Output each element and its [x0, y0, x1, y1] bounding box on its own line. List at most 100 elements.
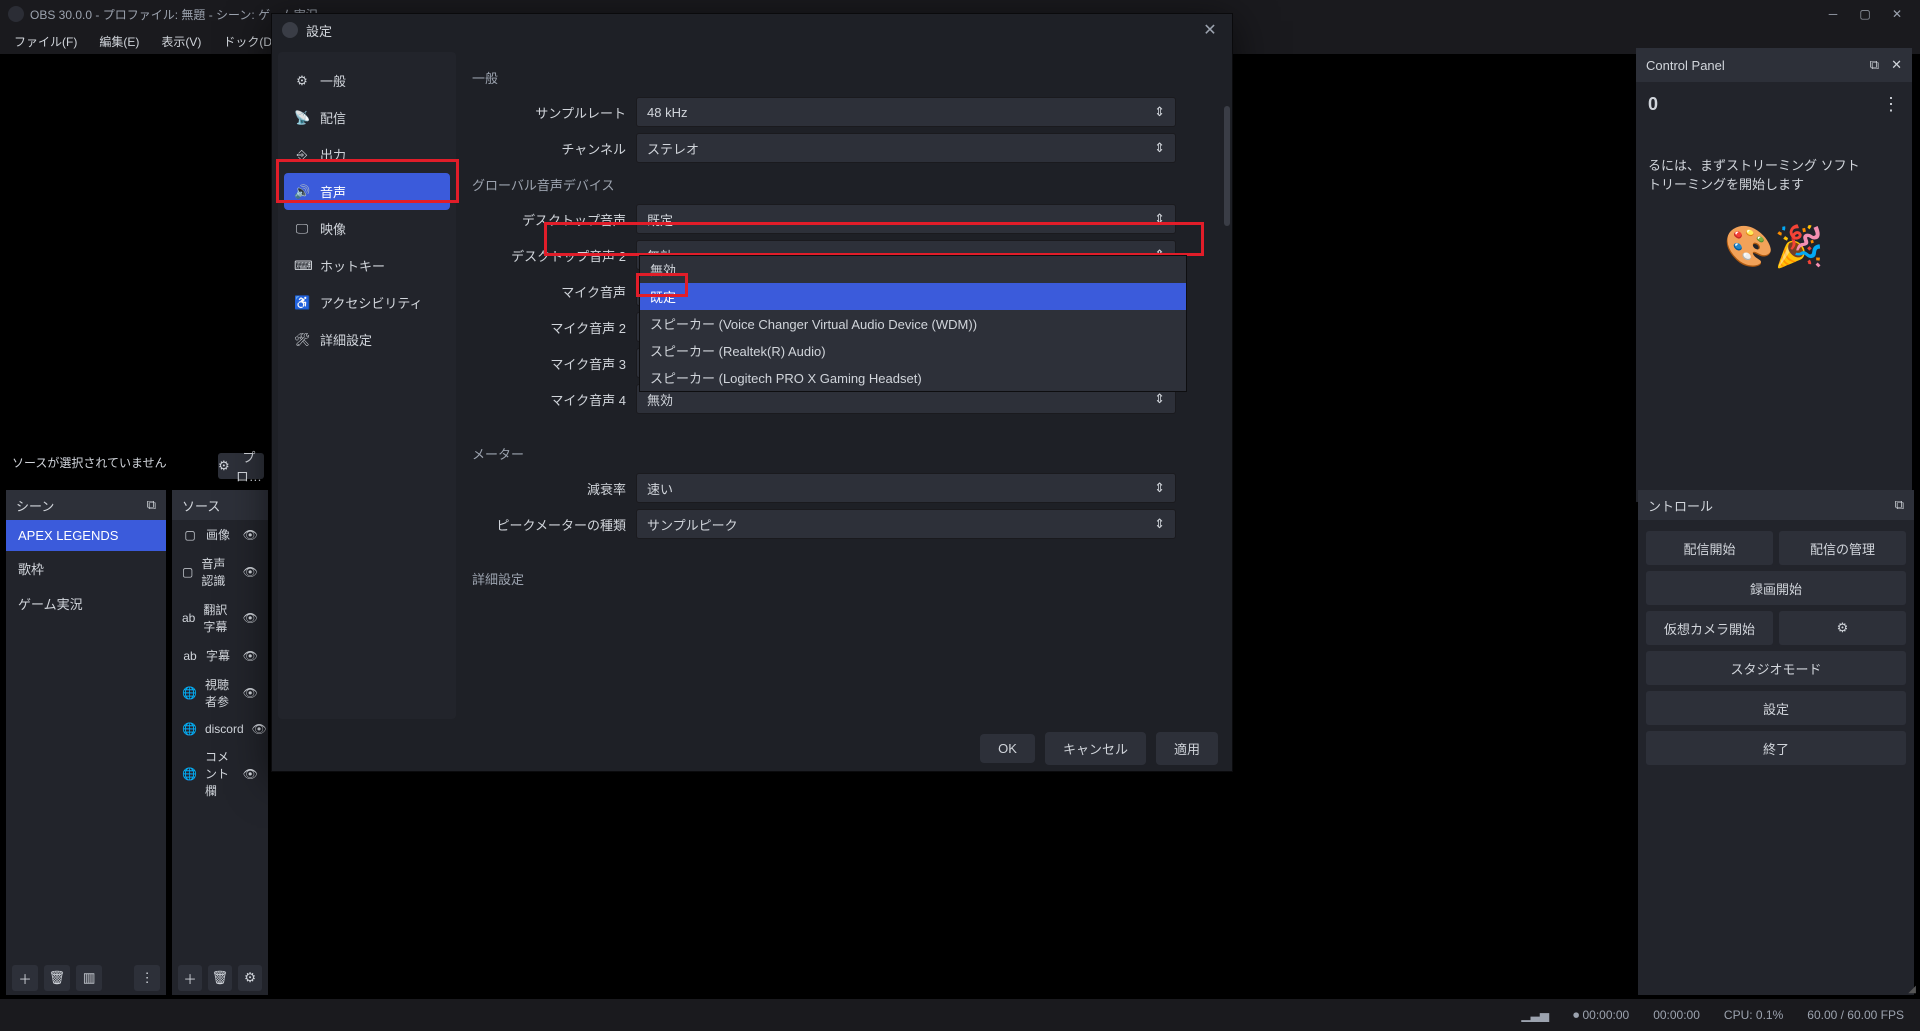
minimize-button[interactable]: ─	[1826, 7, 1840, 21]
resize-grip-icon[interactable]: ◢	[1908, 984, 1916, 995]
close-button[interactable]: ✕	[1890, 7, 1904, 21]
signal-icon: ▁▃▅	[1521, 1008, 1549, 1022]
virtual-camera-settings-button[interactable]: ⚙	[1779, 611, 1906, 645]
studio-mode-button[interactable]: スタジオモード	[1646, 651, 1906, 685]
close-panel-icon[interactable]: ✕	[1891, 57, 1902, 73]
scene-item[interactable]: APEX LEGENDS	[6, 520, 166, 551]
visibility-icon[interactable]: 👁	[252, 722, 267, 736]
dropdown-option[interactable]: スピーカー (Voice Changer Virtual Audio Devic…	[640, 310, 1186, 337]
cpu-usage: CPU: 0.1%	[1724, 1008, 1783, 1022]
menu-edit[interactable]: 編集(E)	[89, 30, 149, 53]
section-general-title: 一般	[472, 68, 1214, 87]
apply-button[interactable]: 適用	[1156, 732, 1218, 765]
ok-button[interactable]: OK	[980, 734, 1035, 763]
chevron-updown-icon: ⇕	[1154, 104, 1165, 120]
globe-icon: 🌐	[182, 686, 197, 700]
sidebar-item-a11y[interactable]: ♿アクセシビリティ	[284, 284, 450, 321]
visibility-icon[interactable]: 👁	[243, 767, 258, 781]
scenes-list: APEX LEGENDS 歌枠 ゲーム実況	[6, 520, 166, 961]
channels-label: チャンネル	[468, 139, 636, 158]
visibility-icon[interactable]: 👁	[243, 611, 258, 625]
settings-sidebar: ⚙一般 📡配信 ⎆出力 🔊音声 🖵映像 ⌨ホットキー ♿アクセシビリティ 🛠詳細…	[278, 52, 456, 719]
sidebar-item-general[interactable]: ⚙一般	[284, 62, 450, 99]
mic-audio-3-label: マイク音声 3	[468, 354, 636, 373]
sidebar-item-hotkeys[interactable]: ⌨ホットキー	[284, 247, 450, 284]
cancel-button[interactable]: キャンセル	[1045, 732, 1146, 765]
source-settings-button[interactable]: ⚙	[238, 965, 262, 991]
dropdown-option[interactable]: 既定	[640, 283, 1186, 310]
sample-rate-select[interactable]: 48 kHz⇕	[636, 97, 1176, 127]
obs-logo-icon	[8, 6, 24, 22]
chevron-updown-icon: ⇕	[1154, 391, 1165, 407]
cp-text-1: るには、まずストリーミング ソフト	[1648, 155, 1900, 174]
dropdown-option[interactable]: スピーカー (Realtek(R) Audio)	[640, 337, 1186, 364]
gear-icon: ⚙	[218, 458, 230, 474]
delete-scene-button[interactable]: 🗑	[44, 965, 70, 991]
add-scene-button[interactable]: ＋	[12, 965, 38, 991]
sidebar-item-stream[interactable]: 📡配信	[284, 99, 450, 136]
accessibility-icon: ♿	[294, 295, 310, 311]
control-panel-title: Control Panel	[1646, 58, 1725, 73]
dropdown-option[interactable]: 無効	[640, 256, 1186, 283]
source-item[interactable]: ab翻訳字幕👁	[172, 595, 268, 641]
scene-more-button[interactable]: ⋮	[134, 965, 160, 991]
channels-select[interactable]: ステレオ⇕	[636, 133, 1176, 163]
source-item[interactable]: ▢音声認識👁	[172, 549, 268, 595]
viewer-count: 0	[1648, 94, 1658, 115]
add-source-button[interactable]: ＋	[178, 965, 202, 991]
source-item[interactable]: ab字幕👁	[172, 641, 268, 670]
more-icon[interactable]: ⋮	[1882, 94, 1900, 115]
sidebar-item-advanced[interactable]: 🛠詳細設定	[284, 321, 450, 358]
start-stream-button[interactable]: 配信開始	[1646, 531, 1773, 565]
peak-meter-select[interactable]: サンプルピーク⇕	[636, 509, 1176, 539]
scrollbar-thumb[interactable]	[1224, 106, 1230, 226]
delete-source-button[interactable]: 🗑	[208, 965, 232, 991]
settings-button[interactable]: 設定	[1646, 691, 1906, 725]
scene-item[interactable]: ゲーム実況	[6, 586, 166, 621]
record-time: 00:00:00	[1582, 1008, 1629, 1022]
popout-icon[interactable]: ⧉	[1895, 497, 1904, 513]
globe-icon: 🌐	[182, 722, 197, 736]
exit-button[interactable]: 終了	[1646, 731, 1906, 765]
maximize-button[interactable]: ▢	[1858, 7, 1872, 21]
dropdown-option[interactable]: スピーカー (Logitech PRO X Gaming Headset)	[640, 364, 1186, 391]
scene-filter-button[interactable]: ▥	[76, 965, 102, 991]
source-item[interactable]: 🌐コメント欄👁	[172, 742, 268, 805]
source-item[interactable]: 🌐視聴者参👁	[172, 670, 268, 716]
popout-icon[interactable]: ⧉	[147, 497, 156, 513]
obs-logo-icon	[282, 22, 298, 38]
manage-stream-button[interactable]: 配信の管理	[1779, 531, 1906, 565]
mic-audio-4-label: マイク音声 4	[468, 390, 636, 409]
virtual-camera-button[interactable]: 仮想カメラ開始	[1646, 611, 1773, 645]
dialog-close-button[interactable]: ✕	[1198, 18, 1222, 42]
menu-view[interactable]: 表示(V)	[151, 30, 211, 53]
preview-canvas[interactable]	[8, 54, 258, 442]
sidebar-item-audio[interactable]: 🔊音声	[284, 173, 450, 210]
desktop-audio-select[interactable]: 既定⇕	[636, 204, 1176, 234]
antenna-icon: 📡	[294, 110, 310, 126]
visibility-icon[interactable]: 👁	[243, 528, 258, 542]
source-item[interactable]: ▢画像👁	[172, 520, 268, 549]
mic-audio-label: マイク音声	[468, 282, 636, 301]
start-record-button[interactable]: 録画開始	[1646, 571, 1906, 605]
audio-icon: ▢	[182, 565, 193, 579]
visibility-icon[interactable]: 👁	[243, 565, 258, 579]
visibility-icon[interactable]: 👁	[243, 649, 258, 663]
sidebar-item-output[interactable]: ⎆出力	[284, 136, 450, 173]
scene-item[interactable]: 歌枠	[6, 551, 166, 586]
chevron-updown-icon: ⇕	[1154, 480, 1165, 496]
visibility-icon[interactable]: 👁	[243, 686, 258, 700]
decay-rate-label: 減衰率	[468, 479, 636, 498]
decay-rate-select[interactable]: 速い⇕	[636, 473, 1176, 503]
popout-icon[interactable]: ⧉	[1870, 57, 1879, 73]
profile-button[interactable]: ⚙プロ…	[218, 453, 264, 479]
desktop-audio-label: デスクトップ音声	[468, 210, 636, 229]
sidebar-item-video[interactable]: 🖵映像	[284, 210, 450, 247]
text-icon: ab	[182, 649, 198, 663]
desktop-audio-dropdown: 無効 既定 スピーカー (Voice Changer Virtual Audio…	[639, 255, 1187, 392]
image-icon: ▢	[182, 528, 198, 542]
monitor-icon: 🖵	[294, 221, 310, 237]
gear-icon: ⚙	[294, 73, 310, 89]
source-item[interactable]: 🌐discord👁	[172, 716, 268, 742]
menu-file[interactable]: ファイル(F)	[4, 30, 87, 53]
